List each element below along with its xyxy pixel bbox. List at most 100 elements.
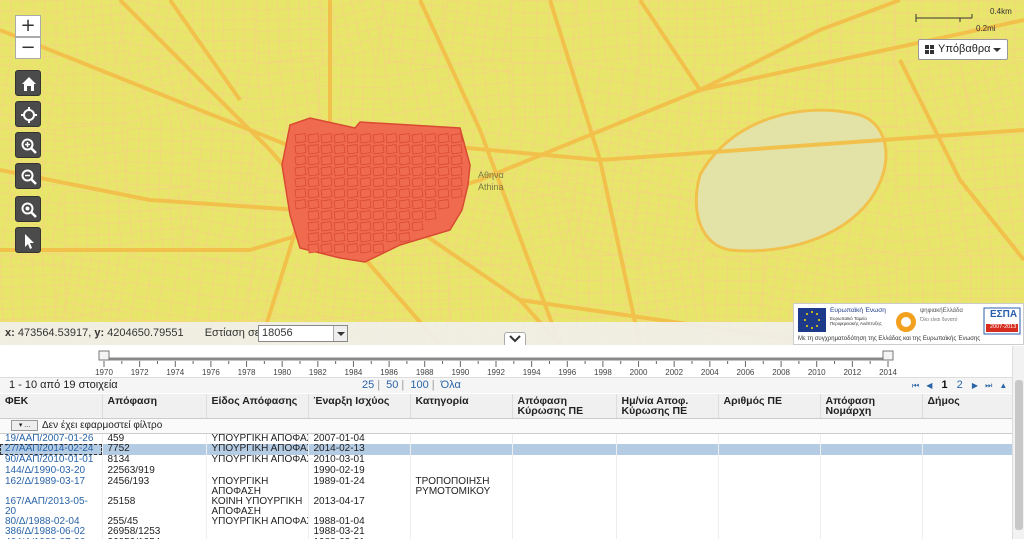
scrollbar-thumb[interactable]: [1015, 380, 1023, 530]
cell-fek[interactable]: 162/Δ/1989-03-17: [0, 476, 103, 497]
cell-fek[interactable]: 90/ΑΑΠ/2010-01-01: [0, 455, 103, 466]
cell-empty: [820, 496, 923, 517]
chevron-down-icon: [509, 335, 521, 343]
cell-eidos: ΚΟΙΝΗ ΥΠΟΥΡΓΙΚΗ ΑΠΟΦΑΣΗ: [206, 496, 309, 517]
cell-empty: [922, 527, 1012, 539]
first-page-icon[interactable]: ⏮: [912, 381, 919, 390]
timeline-end-handle[interactable]: [882, 350, 894, 361]
table-row[interactable]: 27/ΑΑΠ/2014-02-247752ΥΠΟΥΡΓΙΚΗ ΑΠΟΦΑΣΗ20…: [0, 444, 1012, 456]
cell-fek[interactable]: 167/ΑΑΠ/2013-05-20: [0, 496, 103, 517]
last-page-icon[interactable]: ⏭: [985, 381, 992, 390]
basemap-dropdown[interactable]: Υπόβαθρα: [918, 39, 1008, 60]
timeline-year-label: 1982: [309, 368, 327, 377]
locate-button[interactable]: [15, 101, 41, 127]
cell-empty: [820, 476, 923, 497]
cell-fek[interactable]: 80/Δ/1988-02-04: [0, 516, 103, 528]
results-grid: ΦΕΚ Απόφαση Είδος Απόφασης Έναρξη Ισχύος…: [0, 394, 1012, 539]
cell-empty: [820, 455, 923, 466]
table-row[interactable]: 386/Δ/1988-06-02 26958/1253 1988-03-21: [0, 527, 1012, 539]
cell-enarxi: 2010-03-01: [308, 455, 411, 466]
scale-mi-label: 0.2mi: [976, 24, 996, 33]
page-size-25[interactable]: 25: [362, 379, 374, 391]
collapse-panel-button[interactable]: [504, 332, 526, 345]
cell-empty: [616, 465, 719, 477]
cell-empty: [820, 527, 923, 539]
cell-apofasi: 8134: [102, 455, 207, 466]
cell-katigoria: [410, 516, 513, 528]
cell-enarxi: 1989-01-24: [308, 476, 411, 497]
col-header-arithmos-pe[interactable]: Αριθμός ΠΕ: [718, 394, 821, 419]
place-label-latin: Athina: [478, 182, 504, 192]
timeline-year-label: 1990: [451, 368, 469, 377]
zoom-in-button[interactable]: +: [15, 15, 41, 37]
espa-years: 2007-2013: [990, 324, 1017, 330]
timeline-year-label: 1976: [202, 368, 220, 377]
col-header-katigoria[interactable]: Κατηγορία: [410, 394, 513, 419]
prev-page-icon[interactable]: ◀: [926, 381, 932, 390]
cell-katigoria: [410, 527, 513, 539]
cell-fek[interactable]: 27/ΑΑΠ/2014-02-24: [0, 444, 103, 456]
col-header-eidos[interactable]: Είδος Απόφασης: [206, 394, 309, 419]
page-size-50[interactable]: 50: [386, 379, 398, 391]
cell-empty: [616, 444, 719, 456]
vertical-scrollbar[interactable]: [1012, 346, 1024, 539]
table-row[interactable]: 19/ΑΑΠ/2007-01-26459ΥΠΟΥΡΓΙΚΗ ΑΠΟΦΑΣΗ200…: [0, 433, 1012, 445]
timeline-axis[interactable]: 1970 1972 1974 1976 1978 1980 1982 1984 1986 1988…: [0, 347, 1012, 377]
zoom-extent-button[interactable]: [15, 196, 41, 222]
scroll-top-icon[interactable]: ▲: [999, 381, 1007, 390]
cell-empty: [512, 465, 617, 477]
digital-greece-slogan: Όλο είναι δυνατό: [920, 317, 958, 323]
chevron-down-icon: [993, 48, 1001, 52]
timeline-year-label: 1986: [380, 368, 398, 377]
timeline-year-label: 1988: [416, 368, 434, 377]
pointer-button[interactable]: [15, 227, 41, 253]
chevron-down-icon[interactable]: [333, 326, 347, 341]
timeline-start-handle[interactable]: [98, 350, 110, 361]
timeline-year-label: 2014: [879, 368, 897, 377]
digital-greece: ψηφιακήΕλλάδα: [920, 308, 963, 314]
table-row[interactable]: 144/Δ/1990-03-20 22563/919 1990-02-19: [0, 465, 1012, 477]
col-header-imnia-kyrosis[interactable]: Ημ/νία Αποφ. Κύρωσης ΠΕ: [616, 394, 719, 419]
cell-empty: [512, 496, 617, 517]
cell-fek[interactable]: 386/Δ/1988-06-02: [0, 527, 103, 539]
home-icon: [22, 77, 36, 91]
y-value: 4204650.79551: [107, 327, 184, 339]
table-row[interactable]: 162/Δ/1989-03-17 2456/193 ΥΠΟΥΡΓΙΚΗ ΑΠΟΦΑΣ…: [0, 476, 1012, 497]
home-button[interactable]: [15, 70, 41, 96]
col-header-fek[interactable]: ΦΕΚ: [0, 394, 103, 419]
map-layer[interactable]: Αθηνα Athina: [0, 0, 1024, 345]
timeline-slider[interactable]: 1970 1972 1974 1976 1978 1980 1982 1984 1986 1988…: [0, 347, 1024, 377]
cell-eidos: ΥΠΟΥΡΓΙΚΗ ΑΠΟΦΑΣΗ: [206, 433, 309, 445]
cell-enarxi: 1988-03-21: [308, 527, 411, 539]
page-1[interactable]: 1: [941, 379, 947, 391]
table-row[interactable]: 90/ΑΑΠ/2010-01-018134ΥΠΟΥΡΓΙΚΗ ΑΠΟΦΑΣΗ20…: [0, 455, 1012, 466]
cell-fek[interactable]: 19/ΑΑΠ/2007-01-26: [0, 433, 103, 445]
cell-katigoria: [410, 444, 513, 456]
col-header-apofasi[interactable]: Απόφαση: [102, 394, 207, 419]
zoom-in-box-button[interactable]: [15, 132, 41, 158]
page-size-100[interactable]: 100: [410, 379, 428, 391]
y-label: y:: [94, 327, 105, 339]
table-row[interactable]: 80/Δ/1988-02-04255/45ΥΠΟΥΡΓΙΚΗ ΑΠΟΦΑΣΗ19…: [0, 516, 1012, 528]
cell-empty: [820, 433, 923, 445]
next-page-icon[interactable]: ▶: [972, 381, 978, 390]
cell-empty: [922, 433, 1012, 445]
page-2[interactable]: 2: [957, 379, 963, 391]
pointer-icon: [25, 234, 34, 249]
scale-select[interactable]: 18056: [258, 325, 348, 342]
filter-button[interactable]: ▾ ...: [11, 419, 38, 431]
page-size-all[interactable]: Όλα: [441, 379, 461, 391]
table-body: 19/ΑΑΠ/2007-01-26459ΥΠΟΥΡΓΙΚΗ ΑΠΟΦΑΣΗ200…: [0, 433, 1012, 539]
col-header-enarxi[interactable]: Έναρξη Ισχύος: [308, 394, 411, 419]
cell-eidos: ΥΠΟΥΡΓΙΚΗ ΑΠΟΦΑΣΗ: [206, 444, 309, 456]
col-header-apofasi-nomarxi[interactable]: Απόφαση Νομάρχη: [820, 394, 923, 419]
timeline-year-label: 1998: [594, 368, 612, 377]
map-canvas[interactable]: Αθηνα Athina + − 0.4km 0.2mi Υπόβαθρα x: …: [0, 0, 1024, 345]
table-row[interactable]: 167/ΑΑΠ/2013-05-20 25158 ΚΟΙΝΗ ΥΠΟΥΡΓΙΚΗ Α…: [0, 496, 1012, 517]
zoom-out-box-button[interactable]: [15, 163, 41, 189]
col-header-dimos[interactable]: Δήμος: [922, 394, 1012, 419]
cell-fek[interactable]: 144/Δ/1990-03-20: [0, 465, 103, 477]
zoom-out-button[interactable]: −: [15, 37, 41, 59]
col-header-apofasi-kyrosis[interactable]: Απόφαση Κύρωσης ΠΕ: [512, 394, 617, 419]
cell-katigoria: [410, 496, 513, 517]
